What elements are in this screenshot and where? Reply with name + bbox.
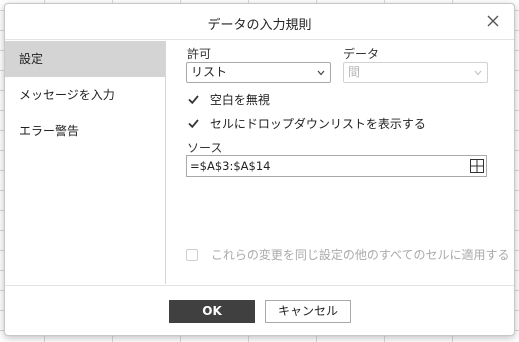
sidebar-item-input-message[interactable]: メッセージを入力 [5, 77, 165, 113]
sidebar-item-settings[interactable]: 設定 [5, 41, 165, 77]
show-dropdown-row: セルにドロップダウンリストを表示する [187, 116, 426, 132]
close-icon[interactable] [486, 14, 500, 28]
cancel-button[interactable]: キャンセル [265, 300, 351, 323]
apply-all-checkbox[interactable] [186, 249, 198, 261]
sidebar-item-label: エラー警告 [19, 124, 80, 138]
grid-icon[interactable] [470, 159, 484, 173]
allow-select[interactable]: リスト [186, 62, 331, 83]
source-input[interactable]: =$A$3:$A$14 [186, 155, 487, 177]
ok-button[interactable]: OK [169, 300, 255, 323]
allow-select-value: リスト [191, 65, 228, 79]
chevron-down-icon [317, 70, 325, 76]
apply-all-row: これらの変更を同じ設定の他のすべてのセルに適用する [186, 247, 510, 263]
ignore-blank-row: 空白を無視 [187, 92, 270, 108]
sidebar-item-label: 設定 [19, 52, 44, 66]
source-input-value: =$A$3:$A$14 [190, 159, 271, 173]
dialog-title: データの入力規則 [207, 18, 312, 33]
data-select[interactable]: 間 [343, 62, 488, 83]
allow-label: 許可 [187, 47, 212, 61]
chevron-down-icon [474, 70, 482, 76]
show-dropdown-checkbox[interactable] [187, 117, 200, 130]
dialog-footer: OK キャンセル [5, 285, 514, 337]
data-label: データ [343, 47, 380, 61]
ignore-blank-checkbox[interactable] [187, 93, 200, 106]
sidebar-item-error-alert[interactable]: エラー警告 [5, 113, 165, 149]
show-dropdown-label: セルにドロップダウンリストを表示する [209, 117, 426, 131]
ignore-blank-label: 空白を無視 [209, 93, 270, 107]
sidebar-item-label: メッセージを入力 [19, 88, 115, 102]
settings-panel: 許可 リスト データ 間 空白を無視 セルにドロップダウンリストを表示する ソー… [167, 41, 516, 284]
sidebar: 設定 メッセージを入力 エラー警告 [5, 41, 166, 284]
source-label: ソース [187, 141, 223, 155]
dialog-titlebar: データの入力規則 [5, 4, 514, 40]
data-select-value: 間 [348, 65, 361, 79]
data-validation-dialog: データの入力規則 設定 メッセージを入力 エラー警告 許可 リスト データ 間 [4, 3, 515, 336]
apply-all-label: これらの変更を同じ設定の他のすべてのセルに適用する [210, 248, 510, 262]
